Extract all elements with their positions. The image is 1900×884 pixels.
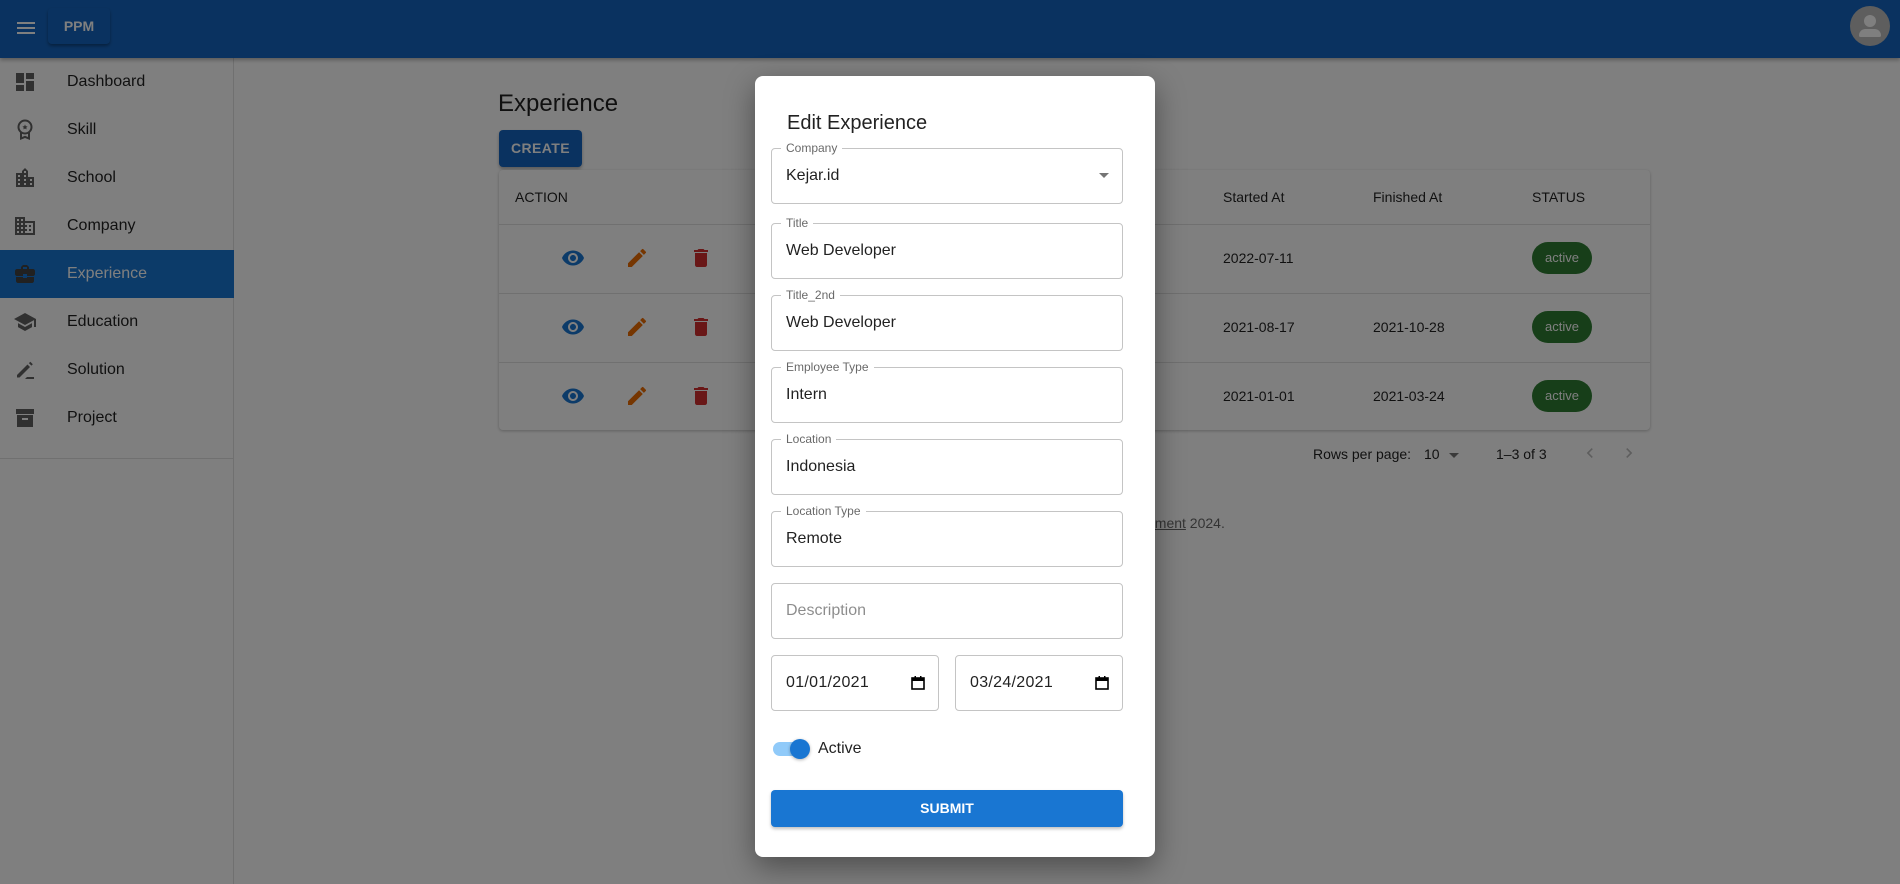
company-value: Kejar.id — [786, 167, 840, 184]
location-value: Indonesia — [786, 458, 856, 475]
end-date-field[interactable]: 03/24/2021 — [955, 655, 1123, 711]
location-type-value: Remote — [786, 530, 843, 547]
start-date-field[interactable]: 01/01/2021 — [771, 655, 939, 711]
chevron-down-icon — [1099, 173, 1109, 178]
title-2nd-field[interactable]: Title_2nd Web Developer — [771, 288, 1123, 351]
toggle-thumb — [790, 739, 810, 759]
submit-button[interactable]: SUBMIT — [771, 790, 1123, 827]
dialog-title: Edit Experience — [787, 112, 928, 134]
location-field[interactable]: Location Indonesia — [771, 432, 1123, 495]
end-date-value: 03/24/2021 — [970, 674, 1054, 691]
title-field[interactable]: Title Web Developer — [771, 216, 1123, 279]
location-type-field[interactable]: Location Type Remote — [771, 504, 1123, 567]
start-date-value: 01/01/2021 — [786, 674, 870, 691]
calendar-icon[interactable] — [1094, 675, 1110, 691]
title-2nd-value: Web Developer — [786, 314, 896, 331]
active-toggle[interactable] — [771, 736, 811, 762]
title-value: Web Developer — [786, 242, 896, 259]
calendar-icon[interactable] — [910, 675, 926, 691]
description-placeholder: Description — [786, 602, 867, 619]
description-field[interactable]: Description — [771, 583, 1123, 639]
employee-type-field[interactable]: Employee Type Intern — [771, 360, 1123, 423]
company-select[interactable]: Company Kejar.id — [771, 141, 1123, 204]
active-toggle-label: Active — [818, 740, 862, 757]
edit-experience-dialog: Edit Experience Company Kejar.id Title W… — [755, 76, 1155, 857]
employee-type-value: Intern — [786, 386, 827, 403]
